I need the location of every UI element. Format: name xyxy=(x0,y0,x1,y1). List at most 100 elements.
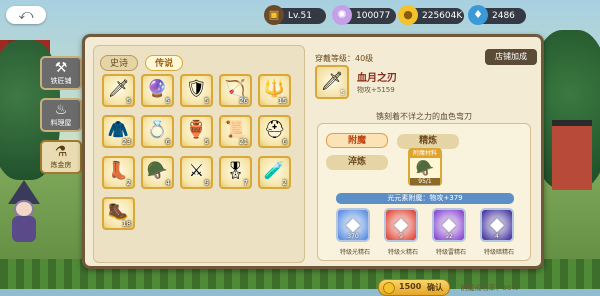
side-nav-blacksmith[interactable]: ⚒ 铁匠铺 xyxy=(40,56,82,90)
selected-item-count: 5 xyxy=(340,89,345,97)
side-nav-kitchen[interactable]: ♨ 料理屋 xyxy=(40,98,82,132)
side-nav-alchemy[interactable]: ⚗ 炼金房 xyxy=(40,140,82,174)
gem-count: 4 xyxy=(495,233,499,240)
enchant-material-slot[interactable]: 附魔材料 🪖 95/1 xyxy=(408,148,442,186)
gem-slot[interactable]: ◆ 9 特级火精石 xyxy=(384,208,418,256)
item-count: 23 xyxy=(122,138,131,146)
inventory-item[interactable]: 🎖 7 xyxy=(219,156,252,189)
inventory-item[interactable]: ⚔ 9 xyxy=(180,156,213,189)
item-count: 21 xyxy=(239,138,248,146)
wear-requirement: 穿戴等级：40级 xyxy=(315,54,374,63)
tab-temper[interactable]: 淬炼 xyxy=(326,155,388,170)
gem-slot[interactable]: ◆ 370 特级光精石 xyxy=(336,208,370,256)
item-icon: 🧥 xyxy=(107,120,130,140)
flask-icon: ⚗ xyxy=(54,144,68,160)
gem-icon: ◆ xyxy=(346,214,360,235)
item-count: 6 xyxy=(165,138,170,146)
side-nav: ⚒ 铁匠铺 ♨ 料理屋 ⚗ 炼金房 xyxy=(40,56,84,182)
anvil-icon: ⚒ xyxy=(54,60,68,76)
gem-icon: ◆ xyxy=(442,214,456,235)
inventory-item[interactable]: 🧪 2 xyxy=(258,156,291,189)
item-icon: 🔮 xyxy=(146,79,169,99)
inventory-item[interactable]: 🔱 15 xyxy=(258,74,291,107)
inventory-item[interactable]: 🔮 5 xyxy=(141,74,174,107)
item-count: 5 xyxy=(126,97,131,105)
item-count: 5 xyxy=(165,97,170,105)
character-body xyxy=(12,216,36,242)
crystal-icon: ✺ xyxy=(332,5,352,25)
gem-slot[interactable]: ◆ 92 特级雷精石 xyxy=(432,208,466,256)
inventory-item[interactable]: 🪖 4 xyxy=(141,156,174,189)
item-name: 血月之刃 xyxy=(357,73,397,84)
market-stall xyxy=(552,120,592,190)
witch-character xyxy=(4,180,44,244)
item-icon: ⛑ xyxy=(263,120,286,140)
item-count: 2 xyxy=(126,179,131,187)
helmet-icon: 🪖 xyxy=(415,159,435,177)
item-icon: 🧪 xyxy=(263,161,286,181)
item-count: 5 xyxy=(204,97,209,105)
inventory-item[interactable]: 🛡 5 xyxy=(180,74,213,107)
confirm-cost: 1500 xyxy=(399,282,422,291)
item-count: 5 xyxy=(204,138,209,146)
item-icon: 🥾 xyxy=(107,202,130,222)
material-tag: 附魔材料 xyxy=(410,149,440,158)
gem-count: 92 xyxy=(445,233,453,240)
inventory-item[interactable]: 🧥 23 xyxy=(102,115,135,148)
inventory-section: 史诗 传说 🗡 5 🔮 5 🛡 5 🏹 26 🔱 15 🧥 23 💍 6 🏺 5 📜 21 ⛑ 6 👢 2 🪖 4 ⚔ 9 🎖 7 🧪 2… xyxy=(93,45,305,263)
gem-label: 特级光精石 xyxy=(339,249,370,256)
inventory-item[interactable]: ⛑ 6 xyxy=(258,115,291,148)
tab-epic[interactable]: 史诗 xyxy=(100,55,138,71)
tab-refine[interactable]: 精炼 xyxy=(397,134,460,149)
item-count: 18 xyxy=(122,220,131,228)
gem-label: 特级暗精石 xyxy=(483,249,514,256)
confirm-label: 确认 xyxy=(427,283,443,292)
item-stat: 物攻+5159 xyxy=(357,86,395,94)
item-count: 6 xyxy=(282,138,287,146)
item-icon: 💍 xyxy=(146,120,169,140)
diamond-counter[interactable]: ♦ 2486 xyxy=(468,5,526,25)
gem-icon: ◆ xyxy=(490,214,504,235)
enchant-panel: 附魔 精炼 淬炼 附魔材料 🪖 95/1 光元素附魔：物攻+379 ◆ 370 特级… xyxy=(317,123,531,296)
tab-legendary[interactable]: 传说 xyxy=(145,55,184,71)
item-icon: 👢 xyxy=(107,161,130,181)
item-icon: 🗡 xyxy=(107,79,130,99)
tab-enchant[interactable]: 附魔 xyxy=(326,133,388,148)
gem-count: 9 xyxy=(399,233,403,240)
item-icon: 🛡 xyxy=(185,79,208,99)
item-count: 7 xyxy=(243,179,248,187)
gem-label: 特级火精石 xyxy=(387,249,418,256)
crystal-counter[interactable]: ✺ 100077 xyxy=(332,5,396,25)
confirm-button[interactable]: 1500 确认 xyxy=(378,279,450,296)
inventory-item[interactable]: 🏹 26 xyxy=(219,74,252,107)
item-icon: 📜 xyxy=(224,120,247,140)
gem-slot[interactable]: ◆ 4 特级暗精石 xyxy=(480,208,514,256)
inventory-item[interactable]: 📜 21 xyxy=(219,115,252,148)
back-arrow-icon: ⤺ xyxy=(18,7,34,23)
item-description: 镌刻着不详之力的血色弯刀 xyxy=(376,112,472,121)
inventory-item[interactable]: 👢 2 xyxy=(102,156,135,189)
selected-item-icon: 🗡 5 xyxy=(315,65,349,99)
alchemy-panel: 史诗 传说 🗡 5 🔮 5 🛡 5 🏹 26 🔱 15 🧥 23 💍 6 🏺 5 📜 21 ⛑ 6 👢 2 🪖 4 ⚔ 9 🎖 7 🧪 2… xyxy=(82,34,544,296)
item-count: 4 xyxy=(165,179,170,187)
inventory-item[interactable]: 🗡 5 xyxy=(102,74,135,107)
shop-bonus-button[interactable]: 店铺加成 xyxy=(485,49,537,65)
gem-count: 370 xyxy=(347,233,359,240)
rarity-tabs: 史诗 传说 xyxy=(100,51,185,71)
item-count: 15 xyxy=(278,97,287,105)
inventory-item[interactable]: 🥾 18 xyxy=(102,197,135,230)
gold-counter[interactable]: ● 225604K xyxy=(398,5,464,25)
back-button[interactable]: ⤺ xyxy=(6,6,46,24)
item-icon: 🪖 xyxy=(146,161,169,181)
inventory-item[interactable]: 💍 6 xyxy=(141,115,174,148)
item-icon: 🏺 xyxy=(185,120,208,140)
item-count: 2 xyxy=(282,179,287,187)
top-bar: ⤺ ▣ Lv.51 ✺ 100077 ● 225604K ♦ 2486 xyxy=(0,5,600,26)
inventory-item[interactable]: 🏺 5 xyxy=(180,115,213,148)
item-count: 9 xyxy=(204,179,209,187)
diamond-icon: ♦ xyxy=(468,5,488,25)
gem-icon: ◆ xyxy=(394,214,408,235)
item-icon: 🎖 xyxy=(224,161,247,181)
chest-icon: ▣ xyxy=(264,5,284,25)
material-count: 95/1 xyxy=(410,178,440,185)
